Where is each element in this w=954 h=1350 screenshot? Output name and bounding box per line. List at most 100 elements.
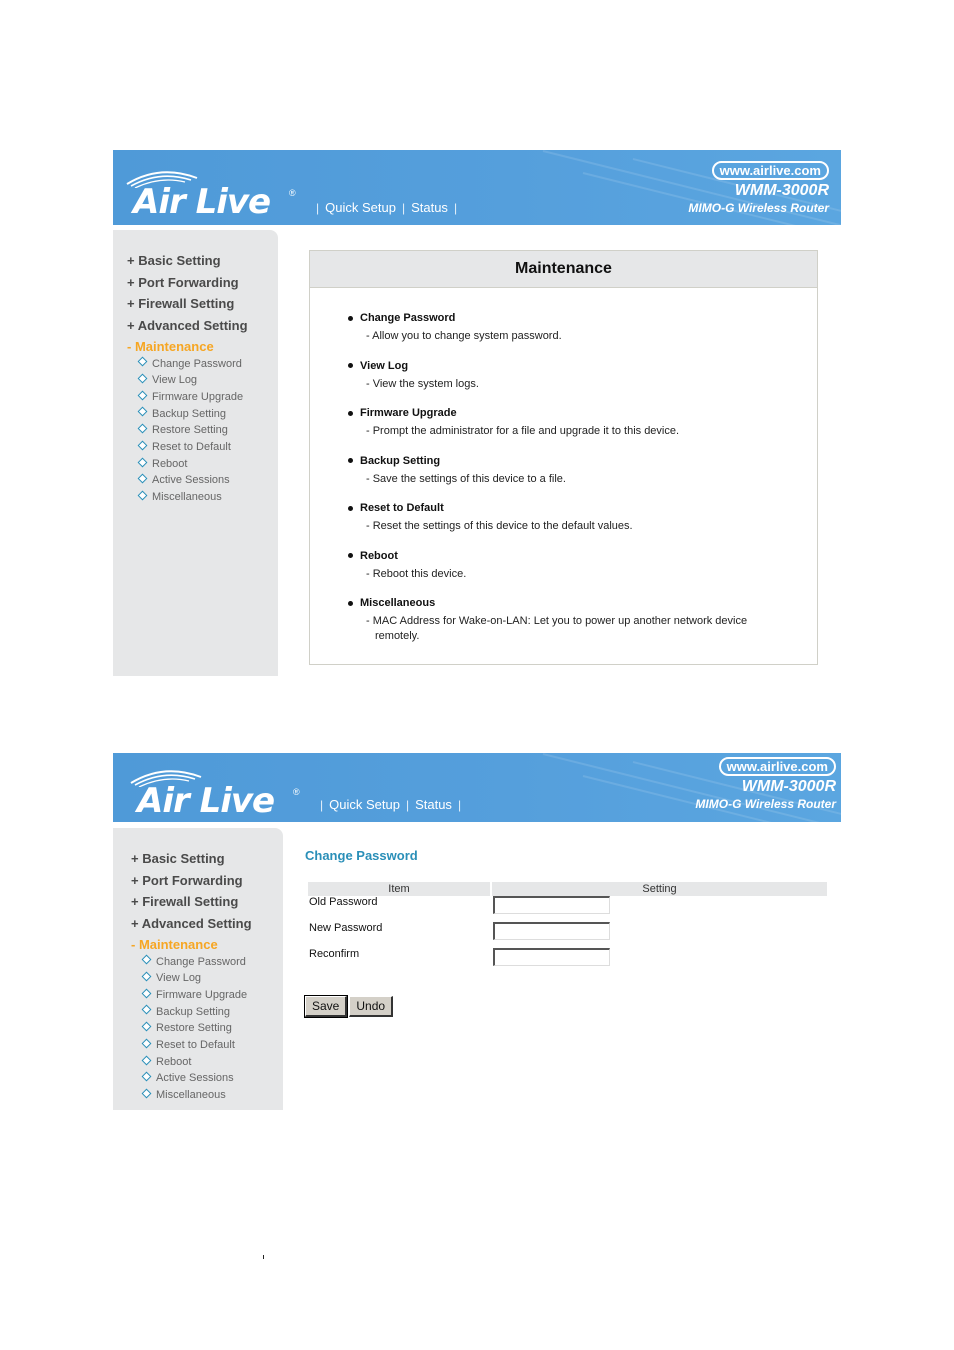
registered-mark: ® bbox=[289, 188, 296, 198]
diamond-bullet-icon bbox=[137, 407, 148, 417]
list-item: Backup Setting - Save the settings of th… bbox=[348, 454, 788, 487]
sidebar-item-port-forwarding[interactable]: + Port Forwarding bbox=[127, 272, 248, 294]
airlive-logo: Air Live ® bbox=[125, 166, 300, 222]
submenu-reboot[interactable]: Reboot bbox=[141, 1054, 252, 1071]
maintenance-panel: Maintenance Change Password - Allow you … bbox=[309, 250, 818, 665]
submenu-restore-setting[interactable]: Restore Setting bbox=[141, 1020, 252, 1037]
maintenance-submenu: Change Password View Log Firmware Upgrad… bbox=[137, 356, 248, 506]
header-banner: Air Live ® | Quick Setup | Status | www.… bbox=[113, 753, 841, 822]
old-password-label: Old Password bbox=[309, 896, 378, 908]
nav-quick-setup[interactable]: Quick Setup bbox=[329, 797, 400, 812]
entry-description: - MAC Address for Wake-on-LAN: Let you t… bbox=[366, 615, 748, 642]
sidebar: + Basic Setting + Port Forwarding + Fire… bbox=[113, 230, 278, 676]
table-row: Old Password bbox=[308, 896, 827, 922]
list-item: Reset to Default - Reset the settings of… bbox=[348, 501, 788, 534]
undo-button[interactable]: Undo bbox=[349, 996, 394, 1017]
column-header-setting: Setting bbox=[492, 882, 827, 896]
column-header-item: Item bbox=[308, 882, 490, 896]
submenu-miscellaneous[interactable]: Miscellaneous bbox=[137, 489, 248, 506]
form-actions: Save Undo bbox=[303, 995, 394, 1018]
bullet-icon bbox=[348, 600, 353, 606]
diamond-bullet-icon bbox=[141, 971, 152, 982]
entry-title: Reboot bbox=[360, 549, 398, 562]
entry-description: - Allow you to change system password. bbox=[366, 330, 562, 342]
panel-title: Maintenance bbox=[310, 251, 817, 288]
stray-mark bbox=[263, 1255, 264, 1259]
table-row: New Password bbox=[308, 922, 827, 948]
sidebar-item-port-forwarding[interactable]: + Port Forwarding bbox=[131, 870, 252, 892]
entry-title: Miscellaneous bbox=[360, 597, 436, 609]
submenu-backup-setting[interactable]: Backup Setting bbox=[137, 406, 248, 423]
website-url: www.airlive.com bbox=[711, 161, 829, 180]
submenu-reset-to-default[interactable]: Reset to Default bbox=[137, 439, 248, 456]
sidebar-item-firewall-setting[interactable]: + Firewall Setting bbox=[131, 891, 252, 913]
entry-title: Backup Setting bbox=[360, 454, 441, 467]
page-title: Change Password bbox=[305, 848, 418, 863]
sidebar-item-advanced-setting[interactable]: + Advanced Setting bbox=[131, 913, 252, 935]
airlive-logo: Air Live ® bbox=[129, 765, 304, 821]
registered-mark: ® bbox=[293, 787, 300, 797]
model-name: WMM-3000R bbox=[734, 182, 829, 199]
product-subtitle: MIMO-G Wireless Router bbox=[695, 797, 836, 811]
diamond-bullet-icon bbox=[141, 954, 152, 965]
website-url: www.airlive.com bbox=[718, 757, 836, 776]
diamond-bullet-icon bbox=[137, 390, 148, 401]
entry-description: - Reboot this device. bbox=[366, 567, 467, 580]
sidebar-item-maintenance[interactable]: - Maintenance bbox=[127, 336, 248, 358]
nav-quick-setup[interactable]: Quick Setup bbox=[325, 200, 396, 215]
bullet-icon bbox=[348, 410, 353, 416]
submenu-active-sessions[interactable]: Active Sessions bbox=[137, 472, 248, 489]
top-nav: | Quick Setup | Status | bbox=[316, 200, 458, 215]
submenu-miscellaneous[interactable]: Miscellaneous bbox=[141, 1087, 252, 1104]
nav-status[interactable]: Status bbox=[415, 797, 452, 812]
change-password-screenshot: Air Live ® | Quick Setup | Status | www.… bbox=[113, 753, 841, 1110]
submenu-restore-setting[interactable]: Restore Setting bbox=[137, 422, 248, 439]
bullet-icon bbox=[348, 315, 353, 321]
entry-description: - Prompt the administrator for a file an… bbox=[366, 425, 680, 437]
diamond-bullet-icon bbox=[141, 1005, 152, 1015]
diamond-bullet-icon bbox=[141, 988, 152, 999]
submenu-reboot[interactable]: Reboot bbox=[137, 456, 248, 473]
submenu-change-password[interactable]: Change Password bbox=[137, 356, 248, 373]
submenu-reset-to-default[interactable]: Reset to Default bbox=[141, 1037, 252, 1054]
bullet-icon bbox=[348, 505, 353, 511]
sidebar-item-basic-setting[interactable]: + Basic Setting bbox=[131, 848, 252, 870]
product-branding: www.airlive.com WMM-3000R MIMO-G Wireles… bbox=[695, 757, 836, 811]
reconfirm-password-input[interactable] bbox=[493, 948, 610, 966]
sidebar-item-firewall-setting[interactable]: + Firewall Setting bbox=[127, 293, 248, 315]
submenu-view-log[interactable]: View Log bbox=[141, 970, 252, 987]
submenu-firmware-upgrade[interactable]: Firmware Upgrade bbox=[141, 987, 252, 1004]
sidebar-item-basic-setting[interactable]: + Basic Setting bbox=[127, 250, 248, 272]
maintenance-submenu: Change Password View Log Firmware Upgrad… bbox=[141, 954, 252, 1104]
sidebar-menu: + Basic Setting + Port Forwarding + Fire… bbox=[131, 848, 252, 1104]
entry-title: Firmware Upgrade bbox=[360, 407, 457, 419]
save-button[interactable]: Save bbox=[303, 995, 349, 1018]
product-branding: www.airlive.com WMM-3000R MIMO-G Wireles… bbox=[688, 161, 829, 215]
diamond-bullet-icon bbox=[141, 1055, 152, 1066]
product-subtitle: MIMO-G Wireless Router bbox=[688, 201, 829, 215]
diamond-bullet-icon bbox=[137, 423, 148, 434]
change-password-form: Item Setting Old Password New Password R… bbox=[306, 882, 829, 974]
submenu-firmware-upgrade[interactable]: Firmware Upgrade bbox=[137, 389, 248, 406]
bullet-icon bbox=[348, 363, 353, 368]
diamond-bullet-icon bbox=[137, 356, 148, 367]
table-row: Reconfirm bbox=[308, 948, 827, 974]
list-item: View Log - View the system logs. bbox=[348, 359, 788, 392]
diamond-bullet-icon bbox=[137, 490, 148, 501]
submenu-backup-setting[interactable]: Backup Setting bbox=[141, 1004, 252, 1021]
diamond-bullet-icon bbox=[137, 440, 148, 451]
new-password-input[interactable] bbox=[493, 922, 610, 940]
list-item: Reboot - Reboot this device. bbox=[348, 549, 788, 582]
nav-status[interactable]: Status bbox=[411, 200, 448, 215]
submenu-view-log[interactable]: View Log bbox=[137, 372, 248, 389]
sidebar-item-advanced-setting[interactable]: + Advanced Setting bbox=[127, 315, 248, 337]
entry-description: - View the system logs. bbox=[366, 377, 479, 390]
brand-name: Air Live bbox=[133, 182, 271, 222]
list-item: Firmware Upgrade - Prompt the administra… bbox=[348, 406, 788, 439]
diamond-bullet-icon bbox=[141, 1071, 152, 1082]
top-nav: | Quick Setup | Status | bbox=[320, 797, 462, 812]
submenu-active-sessions[interactable]: Active Sessions bbox=[141, 1070, 252, 1087]
old-password-input[interactable] bbox=[493, 896, 610, 914]
sidebar-item-maintenance[interactable]: - Maintenance bbox=[131, 934, 252, 956]
submenu-change-password[interactable]: Change Password bbox=[141, 954, 252, 971]
